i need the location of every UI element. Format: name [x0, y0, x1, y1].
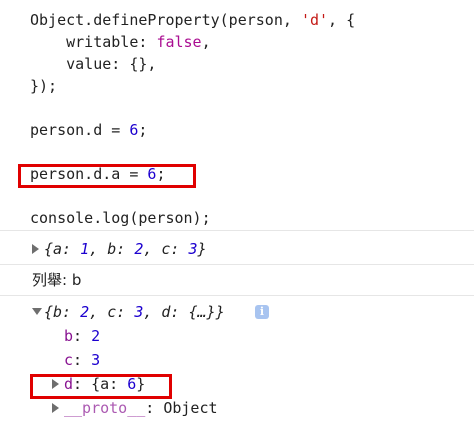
- divider: [0, 264, 474, 265]
- expand-arrow-icon[interactable]: [32, 244, 39, 254]
- console-result-object[interactable]: {a: 1, b: 2, c: 3}: [44, 239, 207, 259]
- code-text: writable:: [30, 33, 157, 51]
- result-text: , c:: [143, 240, 189, 258]
- code-line-assign-d: person.d = 6;: [30, 120, 147, 140]
- console-result-object-expanded[interactable]: {b: 2, c: 3, d: {…}}: [44, 302, 225, 322]
- info-icon[interactable]: i: [255, 305, 269, 319]
- result-text: {a:: [44, 240, 81, 258]
- property-proto[interactable]: __proto__: Object: [64, 398, 218, 418]
- code-keyword: false: [156, 33, 202, 51]
- code-text: ;: [138, 121, 148, 139]
- enumeration-output: 列舉: b: [32, 271, 82, 289]
- property-value: 2: [91, 327, 101, 345]
- result-number: 2: [80, 303, 90, 321]
- code-line-console-log: console.log(person);: [30, 209, 211, 227]
- code-text: Object.defineProperty(person,: [30, 11, 301, 29]
- result-number: 3: [134, 303, 144, 321]
- code-line-value: value: {},: [30, 55, 157, 73]
- code-line-writable: writable: false,: [30, 32, 211, 52]
- result-text: , b:: [89, 240, 135, 258]
- code-line-close: });: [30, 77, 58, 95]
- property-value: Object: [163, 399, 218, 417]
- collapse-arrow-icon[interactable]: [32, 308, 42, 315]
- result-text: }: [197, 240, 207, 258]
- result-number: 2: [134, 240, 144, 258]
- property-sep: :: [73, 327, 92, 345]
- result-number: 3: [188, 240, 198, 258]
- result-number: 1: [80, 240, 90, 258]
- property-sep: :: [73, 351, 92, 369]
- code-line-define-property: Object.defineProperty(person, 'd', {: [30, 10, 355, 30]
- highlight-box-property: [30, 374, 172, 399]
- code-text: person.d =: [30, 121, 130, 139]
- highlight-box-code: [18, 164, 196, 188]
- divider: [0, 230, 474, 231]
- property-b: b: 2: [64, 326, 100, 346]
- code-string: 'd': [300, 11, 329, 29]
- property-value: 3: [91, 351, 101, 369]
- code-text: , {: [328, 11, 356, 29]
- property-key: __proto__: [64, 399, 146, 417]
- result-text: , d: {…}}: [143, 303, 225, 321]
- property-key: b: [64, 327, 74, 345]
- code-text: ,: [201, 33, 211, 51]
- property-c: c: 3: [64, 350, 100, 370]
- property-sep: :: [145, 399, 164, 417]
- property-key: c: [64, 351, 74, 369]
- divider: [0, 295, 474, 296]
- expand-arrow-icon[interactable]: [52, 403, 59, 413]
- result-text: , c:: [89, 303, 135, 321]
- result-text: {b:: [44, 303, 81, 321]
